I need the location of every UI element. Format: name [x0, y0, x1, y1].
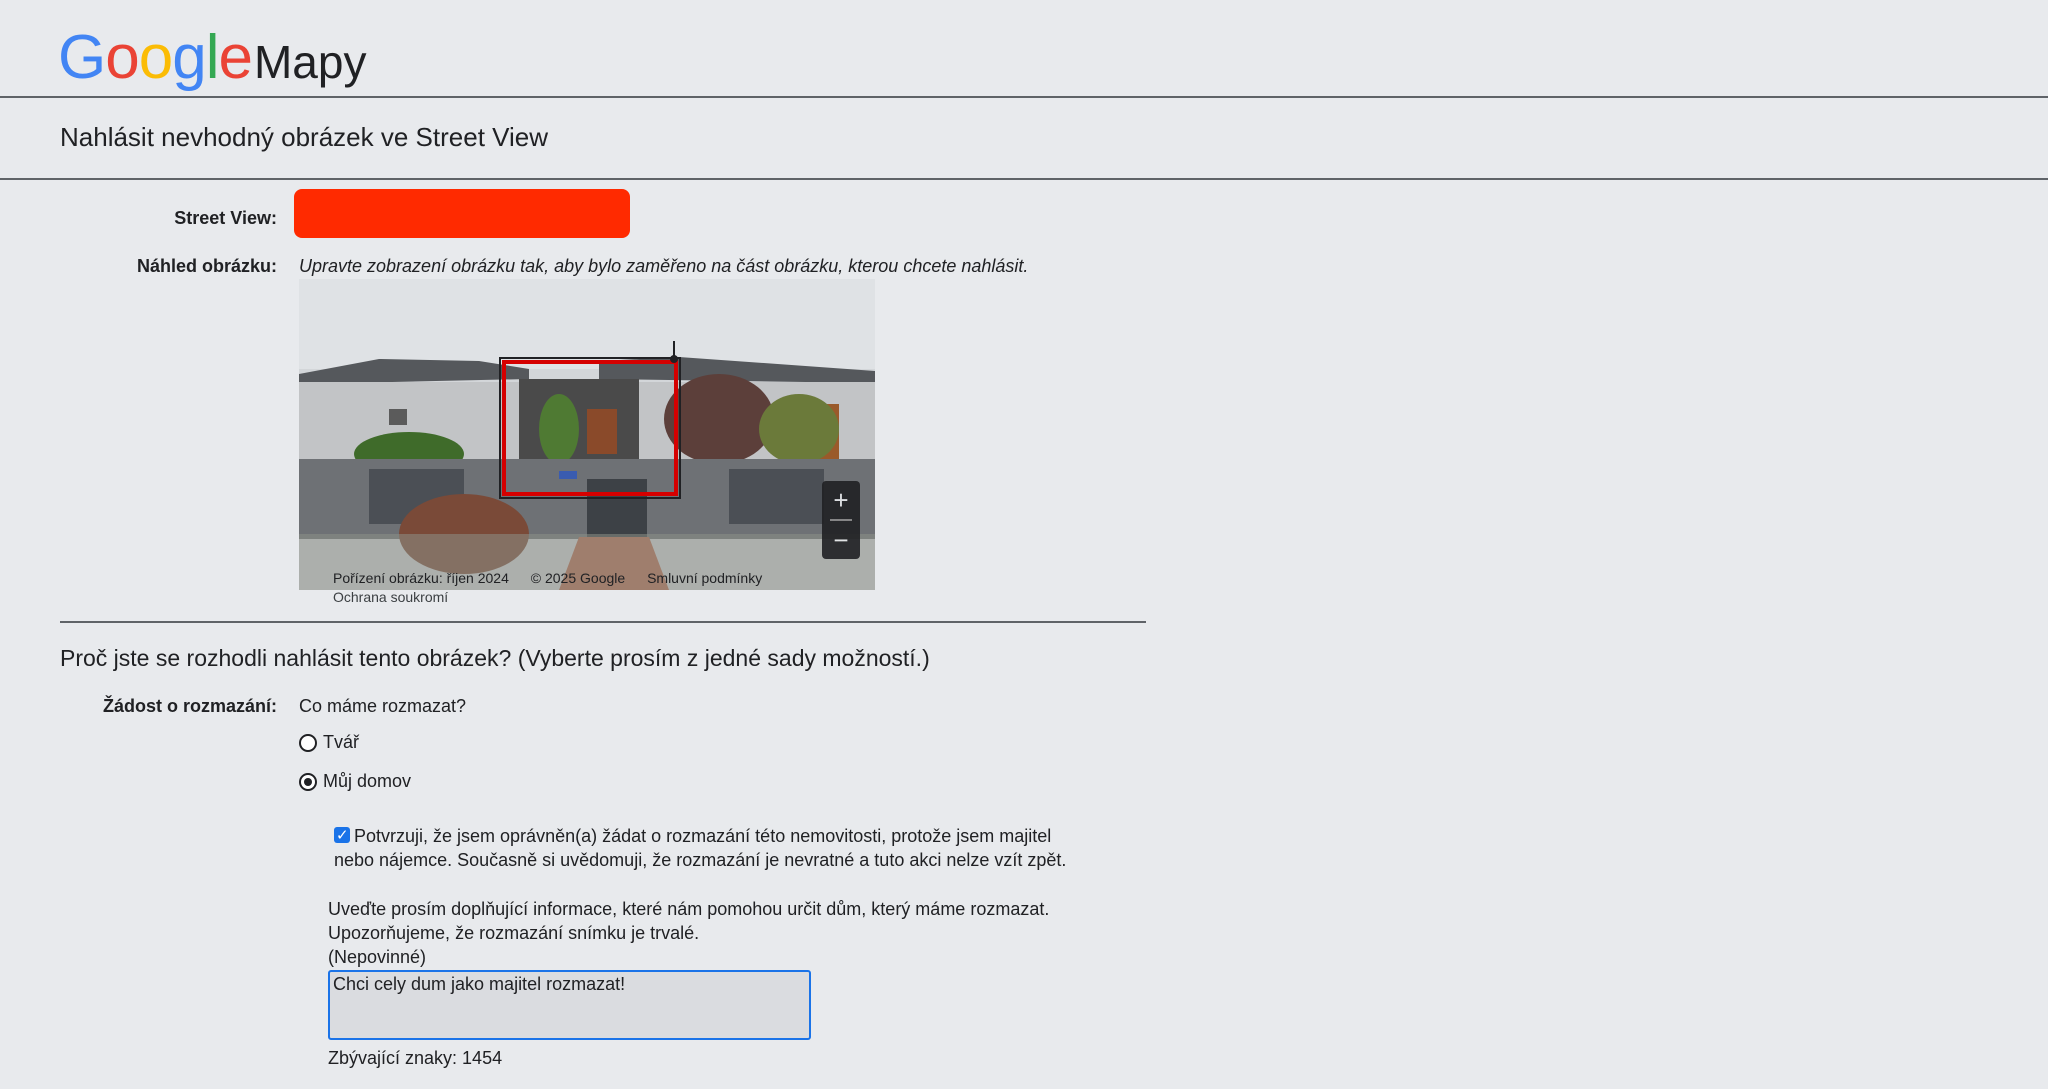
- preview-hint: Upravte zobrazení obrázku tak, aby bylo …: [299, 256, 1029, 276]
- street-view-preview[interactable]: + −: [299, 279, 875, 590]
- my-home-radio[interactable]: [299, 772, 317, 791]
- terms-link[interactable]: Smluvní podmínky: [647, 570, 762, 586]
- info-optional: (Nepovinné): [328, 947, 427, 967]
- additional-info-textarea[interactable]: Chci cely dum jako majitel rozmazat!: [328, 970, 811, 1040]
- info-line-1: Uveďte prosím doplňující informace, kter…: [328, 899, 1050, 919]
- street-view-label: Street View:: [174, 208, 277, 228]
- image-attribution: Pořízení obrázku: říjen 2024 © 2025 Goog…: [333, 570, 780, 586]
- blur-request-label: Žádost o rozmazání:: [102, 696, 277, 716]
- product-name: Mapy: [253, 36, 367, 88]
- blur-question: Co máme rozmazat?: [299, 696, 467, 716]
- zoom-control: + −: [822, 481, 860, 559]
- confirm-ownership: Potvrzuji, že jsem oprávněn(a) žádat o r…: [334, 824, 1074, 872]
- confirm-text: Potvrzuji, že jsem oprávněn(a) žádat o r…: [334, 826, 1067, 870]
- capture-date: Pořízení obrázku: říjen 2024: [333, 570, 509, 586]
- option-my-home[interactable]: Můj domov: [299, 771, 411, 792]
- privacy-link[interactable]: Ochrana soukromí: [333, 589, 448, 605]
- confirm-checkbox[interactable]: [334, 824, 350, 848]
- additional-info: Uveďte prosím doplňující informace, kter…: [328, 897, 1088, 969]
- copyright: © 2025 Google: [530, 570, 626, 586]
- report-question: Proč jste se rozhodli nahlásit tento obr…: [60, 645, 930, 671]
- remaining-characters: Zbývající znaky: 1454: [328, 1048, 503, 1068]
- divider: [60, 621, 1146, 623]
- header: GoogleMapy: [0, 0, 2048, 98]
- face-radio[interactable]: [299, 733, 317, 752]
- zoom-in-button[interactable]: +: [822, 481, 860, 519]
- preview-label: Náhled obrázku:: [136, 256, 277, 276]
- page-title: Nahlásit nevhodný obrázek ve Street View: [60, 122, 549, 152]
- title-bar: Nahlásit nevhodný obrázek ve Street View: [0, 98, 2048, 180]
- street-view-address-redacted: [294, 189, 630, 238]
- google-maps-logo[interactable]: GoogleMapy: [58, 22, 366, 98]
- option-face[interactable]: Tvář: [299, 732, 359, 753]
- street-view-image: [299, 279, 875, 590]
- face-label[interactable]: Tvář: [323, 732, 359, 753]
- info-line-2: Upozorňujeme, že rozmazání snímku je trv…: [328, 923, 700, 943]
- my-home-label[interactable]: Můj domov: [323, 771, 411, 792]
- zoom-out-button[interactable]: −: [822, 521, 860, 559]
